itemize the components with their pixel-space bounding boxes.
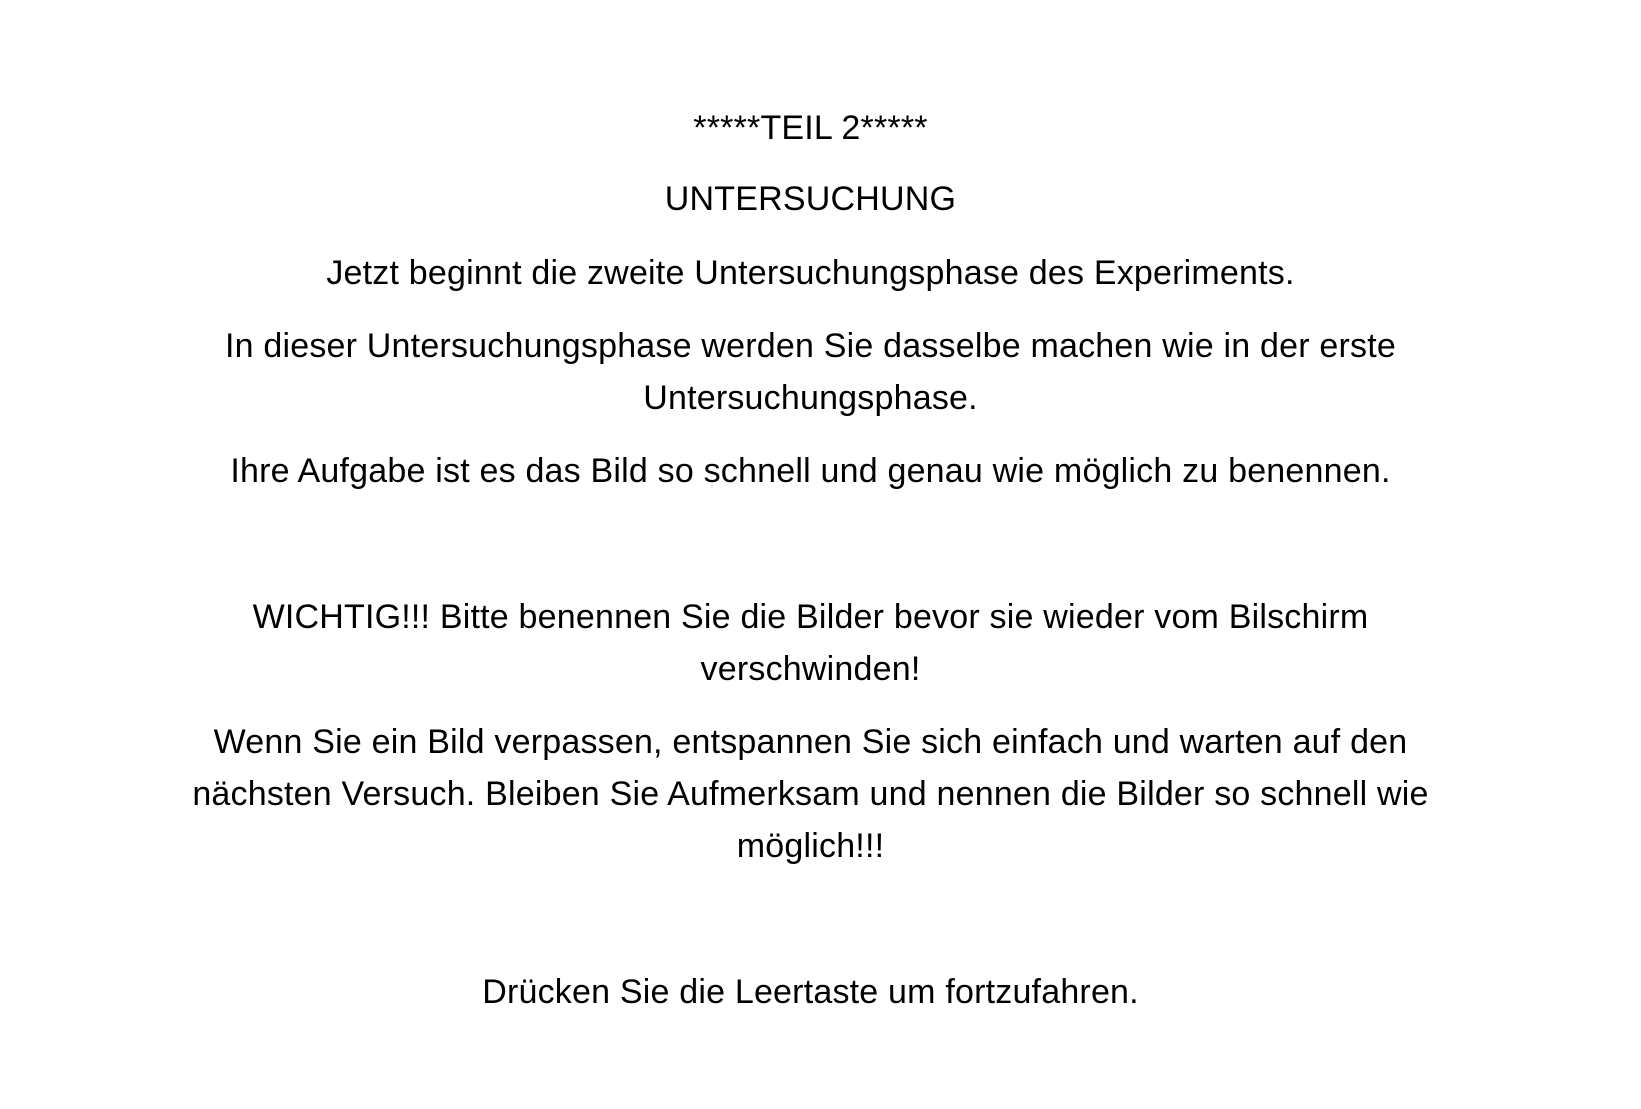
important-line-1: WICHTIG!!! Bitte benennen Sie die Bilder… xyxy=(252,598,1369,636)
missed-line-2: nächsten Versuch. Bleiben Sie Aufmerksam… xyxy=(192,775,1429,813)
section-title: UNTERSUCHUNG xyxy=(664,180,957,218)
continue-prompt: Drücken Sie die Leertaste um fortzufahre… xyxy=(482,973,1139,1011)
instructions-text: *****TEIL 2***** UNTERSUCHUNG Jetzt begi… xyxy=(0,0,1641,1109)
missed-line-1: Wenn Sie ein Bild verpassen, entspannen … xyxy=(213,723,1408,761)
missed-line-3: möglich!!! xyxy=(736,827,885,865)
same-task-line-1: In dieser Untersuchungsphase werden Sie … xyxy=(224,327,1397,365)
part-title: *****TEIL 2***** xyxy=(693,109,928,147)
important-line-2: verschwinden! xyxy=(700,650,921,688)
instruction-screen: *****TEIL 2***** UNTERSUCHUNG Jetzt begi… xyxy=(0,0,1641,1109)
same-task-line-2: Untersuchungsphase. xyxy=(643,379,978,417)
intro-text: Jetzt beginnt die zweite Untersuchungsph… xyxy=(326,254,1295,292)
task-text: Ihre Aufgabe ist es das Bild so schnell … xyxy=(230,452,1391,490)
